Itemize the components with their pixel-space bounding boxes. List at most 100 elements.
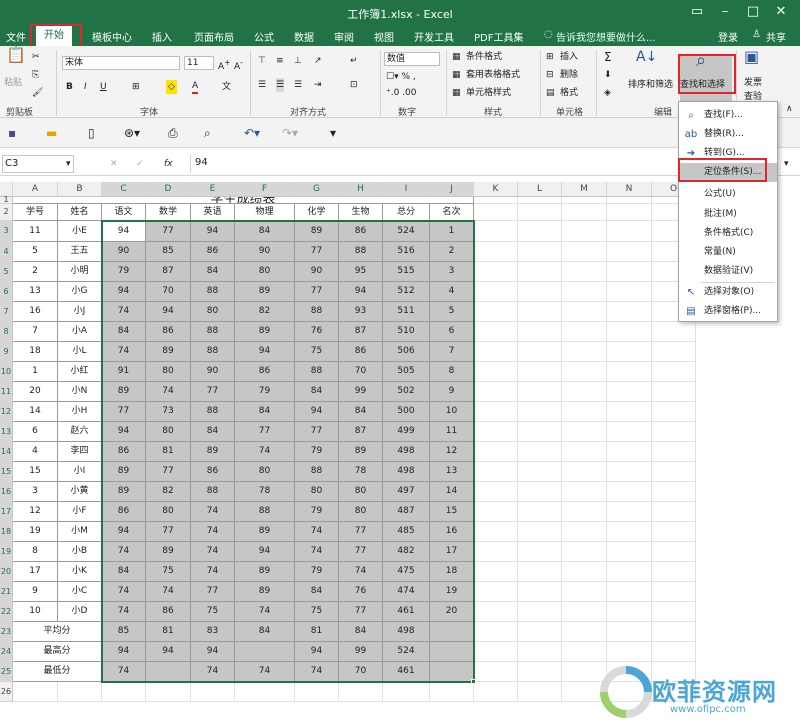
cell[interactable] bbox=[518, 642, 562, 662]
column-header[interactable]: B bbox=[58, 182, 102, 197]
cell[interactable] bbox=[652, 422, 696, 442]
font-size-select[interactable]: 11 bbox=[184, 56, 214, 70]
table-cell[interactable]: 516 bbox=[383, 242, 430, 262]
cell[interactable] bbox=[652, 602, 696, 622]
cell[interactable] bbox=[474, 221, 518, 242]
column-title-cell[interactable]: 语文 bbox=[102, 204, 146, 221]
table-cell[interactable]: 80 bbox=[146, 422, 191, 442]
cell[interactable] bbox=[58, 682, 102, 702]
table-cell[interactable]: 94 bbox=[295, 402, 339, 422]
tell-me-box[interactable]: 告诉我您想要做什么... bbox=[556, 29, 656, 44]
cell[interactable] bbox=[607, 562, 652, 582]
row-header[interactable]: 21 bbox=[0, 582, 13, 602]
cell[interactable] bbox=[474, 342, 518, 362]
table-cell[interactable]: 79 bbox=[235, 382, 295, 402]
cell[interactable] bbox=[474, 322, 518, 342]
table-cell[interactable]: 94 bbox=[102, 221, 146, 242]
table-cell[interactable]: 90 bbox=[235, 242, 295, 262]
cell[interactable] bbox=[518, 204, 562, 221]
cell[interactable] bbox=[518, 221, 562, 242]
cell[interactable] bbox=[474, 682, 518, 702]
font-color-icon[interactable]: A bbox=[192, 80, 199, 94]
table-cell[interactable]: 487 bbox=[383, 502, 430, 522]
cell[interactable] bbox=[518, 502, 562, 522]
table-cell[interactable]: 6 bbox=[13, 422, 58, 442]
table-cell[interactable]: 74 bbox=[295, 542, 339, 562]
column-title-cell[interactable]: 物理 bbox=[235, 204, 295, 221]
row-header[interactable]: 12 bbox=[0, 402, 13, 422]
cell[interactable] bbox=[191, 682, 235, 702]
table-cell[interactable]: 88 bbox=[295, 302, 339, 322]
table-cell[interactable]: 14 bbox=[430, 482, 474, 502]
table-cell[interactable]: 李四 bbox=[58, 442, 102, 462]
table-cell[interactable]: 小L bbox=[58, 342, 102, 362]
table-cell[interactable]: 13 bbox=[13, 282, 58, 302]
tab-developer[interactable]: 开发工具 bbox=[414, 29, 454, 44]
cell[interactable] bbox=[607, 502, 652, 522]
wrap-text-icon[interactable]: ↵ bbox=[350, 54, 358, 68]
menu-item[interactable]: 常量(N) bbox=[679, 243, 777, 262]
table-cell[interactable]: 赵六 bbox=[58, 422, 102, 442]
table-cell[interactable]: 小明 bbox=[58, 262, 102, 282]
table-cell[interactable]: 74 bbox=[102, 602, 146, 622]
cell[interactable] bbox=[518, 462, 562, 482]
cell[interactable] bbox=[607, 642, 652, 662]
cell[interactable] bbox=[518, 282, 562, 302]
insert-function-icon[interactable]: fx bbox=[164, 157, 173, 171]
row-header[interactable]: 15 bbox=[0, 462, 13, 482]
table-cell[interactable]: 87 bbox=[146, 262, 191, 282]
table-cell[interactable]: 86 bbox=[102, 442, 146, 462]
cell[interactable] bbox=[562, 582, 607, 602]
invoice-label-1[interactable]: 发票 bbox=[744, 76, 762, 90]
table-cell[interactable]: 86 bbox=[146, 322, 191, 342]
cell[interactable] bbox=[652, 482, 696, 502]
cell[interactable] bbox=[518, 262, 562, 282]
table-cell[interactable]: 77 bbox=[146, 522, 191, 542]
cell[interactable] bbox=[474, 442, 518, 462]
cell[interactable] bbox=[562, 221, 607, 242]
summary-cell[interactable]: 524 bbox=[383, 642, 430, 662]
table-cell[interactable]: 12 bbox=[430, 442, 474, 462]
table-cell[interactable]: 80 bbox=[191, 302, 235, 322]
border-icon[interactable]: ⊞ bbox=[132, 80, 140, 94]
table-cell[interactable]: 84 bbox=[235, 402, 295, 422]
table-cell[interactable]: 80 bbox=[295, 482, 339, 502]
table-cell[interactable]: 510 bbox=[383, 322, 430, 342]
tab-template-center[interactable]: 模板中心 bbox=[92, 29, 132, 44]
table-cell[interactable]: 89 bbox=[295, 221, 339, 242]
cell[interactable] bbox=[518, 442, 562, 462]
cell[interactable] bbox=[607, 522, 652, 542]
table-cell[interactable]: 77 bbox=[146, 221, 191, 242]
row-header[interactable]: 2 bbox=[0, 204, 13, 221]
tab-home[interactable]: 开始 bbox=[36, 26, 72, 46]
table-cell[interactable]: 90 bbox=[191, 362, 235, 382]
summary-cell[interactable]: 81 bbox=[295, 622, 339, 642]
column-header[interactable]: I bbox=[383, 182, 430, 197]
cell[interactable] bbox=[474, 242, 518, 262]
cell[interactable] bbox=[562, 422, 607, 442]
table-cell[interactable]: 93 bbox=[339, 302, 383, 322]
table-cell[interactable]: 13 bbox=[430, 462, 474, 482]
summary-cell[interactable]: 94 bbox=[146, 642, 191, 662]
table-cell[interactable]: 497 bbox=[383, 482, 430, 502]
table-cell[interactable]: 87 bbox=[339, 422, 383, 442]
save-icon[interactable]: ▪ bbox=[8, 126, 16, 140]
cell[interactable] bbox=[562, 282, 607, 302]
cell[interactable] bbox=[474, 622, 518, 642]
table-cell[interactable]: 77 bbox=[339, 602, 383, 622]
table-cell[interactable]: 75 bbox=[295, 602, 339, 622]
table-cell[interactable]: 74 bbox=[102, 542, 146, 562]
cell[interactable] bbox=[518, 602, 562, 622]
table-cell[interactable]: 12 bbox=[13, 502, 58, 522]
share-button[interactable]: 共享 bbox=[766, 29, 786, 44]
table-cell[interactable]: 82 bbox=[235, 302, 295, 322]
table-cell[interactable]: 3 bbox=[430, 262, 474, 282]
table-cell[interactable]: 474 bbox=[383, 582, 430, 602]
table-cell[interactable]: 86 bbox=[146, 602, 191, 622]
cell[interactable] bbox=[607, 462, 652, 482]
table-cell[interactable]: 11 bbox=[430, 422, 474, 442]
column-header[interactable]: E bbox=[191, 182, 235, 197]
table-cell[interactable]: 7 bbox=[430, 342, 474, 362]
summary-cell[interactable]: 461 bbox=[383, 662, 430, 682]
table-cell[interactable]: 87 bbox=[339, 322, 383, 342]
